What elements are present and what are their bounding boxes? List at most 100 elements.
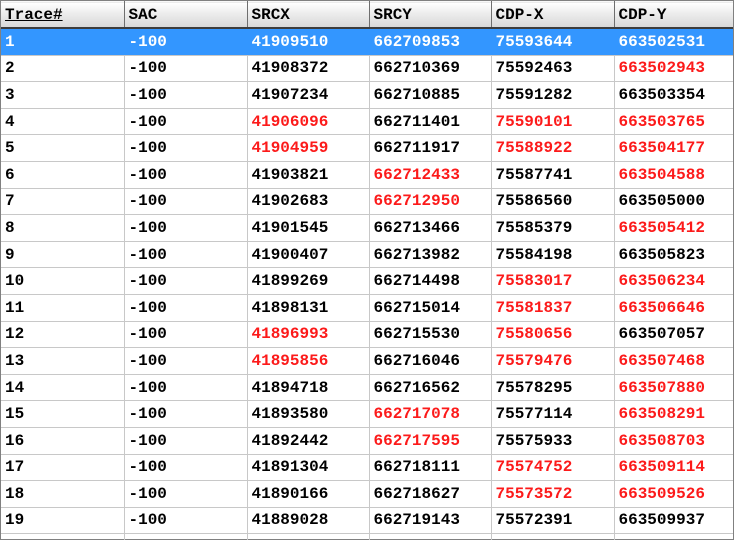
cell-cdpx[interactable]: 75585379 [491, 214, 615, 242]
table-row[interactable]: 8 -100 41901545 662713466 75585379 663505412 [1, 214, 733, 242]
cell-srcx[interactable]: 41895856 [247, 347, 370, 375]
cell-sac[interactable]: -100 [124, 427, 248, 455]
cell-cdpy[interactable]: 663509526 [614, 480, 733, 508]
cell-srcy[interactable]: 662715014 [369, 294, 492, 322]
cell-srcx[interactable]: 41908372 [247, 55, 370, 83]
cell-sac[interactable]: -100 [124, 28, 248, 56]
cell-cdpx[interactable]: 75573572 [491, 480, 615, 508]
cell-sac[interactable]: -100 [124, 108, 248, 136]
cell-cdpy[interactable]: 663505823 [614, 241, 733, 269]
cell-cdpx[interactable]: 75587741 [491, 161, 615, 189]
cell-trace[interactable]: 15 [1, 400, 125, 428]
column-header-srcx[interactable]: SRCX [247, 1, 370, 29]
cell-sac[interactable]: -100 [124, 161, 248, 189]
cell-sac[interactable]: -100 [124, 321, 248, 349]
cell-trace[interactable]: 6 [1, 161, 125, 189]
cell-sac[interactable]: -100 [124, 533, 248, 540]
cell-cdpy[interactable]: 663502531 [614, 28, 733, 56]
cell-srcy[interactable]: 662715530 [369, 321, 492, 349]
cell-srcx[interactable]: 41899269 [247, 267, 370, 295]
cell-trace[interactable]: 9 [1, 241, 125, 269]
cell-srcx[interactable]: 41902683 [247, 188, 370, 216]
cell-srcy[interactable]: 662713466 [369, 214, 492, 242]
cell-cdpy[interactable]: 663508291 [614, 400, 733, 428]
cell-srcy[interactable]: 662718627 [369, 480, 492, 508]
cell-cdpx[interactable]: 75590101 [491, 108, 615, 136]
column-header-cdpy[interactable]: CDP-Y [614, 1, 733, 29]
cell-srcy[interactable]: 662719659 [369, 533, 492, 540]
cell-cdpx[interactable]: 75578295 [491, 374, 615, 402]
cell-cdpy[interactable]: 663508703 [614, 427, 733, 455]
table-row[interactable]: 19 -100 41889028 662719143 75572391 663509937 [1, 507, 733, 535]
cell-cdpx[interactable]: 75571210 [491, 533, 615, 540]
cell-sac[interactable]: -100 [124, 214, 248, 242]
cell-sac[interactable]: -100 [124, 81, 248, 109]
cell-cdpx[interactable]: 75593644 [491, 28, 615, 56]
table-row[interactable]: 16 -100 41892442 662717595 75575933 663508703 [1, 427, 733, 455]
cell-srcy[interactable]: 662712950 [369, 188, 492, 216]
cell-sac[interactable]: -100 [124, 188, 248, 216]
column-header-cdpx[interactable]: CDP-X [491, 1, 615, 29]
cell-cdpx[interactable]: 75575933 [491, 427, 615, 455]
cell-srcy[interactable]: 662712433 [369, 161, 492, 189]
table-row[interactable]: 4 -100 41906096 662711401 75590101 663503765 [1, 108, 733, 136]
cell-cdpy[interactable]: 663509114 [614, 454, 733, 482]
cell-cdpy[interactable]: 663507880 [614, 374, 733, 402]
cell-cdpx[interactable]: 75592463 [491, 55, 615, 83]
cell-sac[interactable]: -100 [124, 241, 248, 269]
cell-sac[interactable]: -100 [124, 294, 248, 322]
cell-srcx[interactable]: 41904959 [247, 134, 370, 162]
cell-srcy[interactable]: 662711917 [369, 134, 492, 162]
table-row[interactable]: 15 -100 41893580 662717078 75577114 663508291 [1, 400, 733, 428]
cell-sac[interactable]: -100 [124, 267, 248, 295]
cell-sac[interactable]: -100 [124, 55, 248, 83]
cell-cdpx[interactable]: 75574752 [491, 454, 615, 482]
cell-cdpy[interactable]: 663503765 [614, 108, 733, 136]
cell-trace[interactable]: 10 [1, 267, 125, 295]
cell-trace[interactable]: 11 [1, 294, 125, 322]
cell-srcy[interactable]: 662710369 [369, 55, 492, 83]
cell-sac[interactable]: -100 [124, 480, 248, 508]
cell-trace[interactable]: 7 [1, 188, 125, 216]
table-row[interactable]: 13 -100 41895856 662716046 75579476 663507468 [1, 347, 733, 375]
cell-srcy[interactable]: 662716046 [369, 347, 492, 375]
cell-sac[interactable]: -100 [124, 454, 248, 482]
column-header-sac[interactable]: SAC [124, 1, 248, 29]
cell-srcy[interactable]: 662718111 [369, 454, 492, 482]
cell-trace[interactable]: 2 [1, 55, 125, 83]
cell-cdpx[interactable]: 75586560 [491, 188, 615, 216]
cell-srcy[interactable]: 662710885 [369, 81, 492, 109]
table-row[interactable]: 9 -100 41900407 662713982 75584198 663505823 [1, 241, 733, 269]
table-row[interactable]: 10 -100 41899269 662714498 75583017 663506234 [1, 267, 733, 295]
cell-srcx[interactable]: 41894718 [247, 374, 370, 402]
cell-sac[interactable]: -100 [124, 507, 248, 535]
cell-srcy[interactable]: 662714498 [369, 267, 492, 295]
table-row[interactable]: 7 -100 41902683 662712950 75586560 663505000 [1, 188, 733, 216]
cell-trace[interactable]: 8 [1, 214, 125, 242]
cell-srcx[interactable]: 41903821 [247, 161, 370, 189]
cell-srcx[interactable]: 41893580 [247, 400, 370, 428]
cell-cdpy[interactable]: 663502943 [614, 55, 733, 83]
cell-srcx[interactable]: 41892442 [247, 427, 370, 455]
cell-cdpy[interactable]: 663503354 [614, 81, 733, 109]
cell-cdpy[interactable]: 663505412 [614, 214, 733, 242]
cell-trace[interactable]: 5 [1, 134, 125, 162]
cell-cdpy[interactable]: 663509937 [614, 507, 733, 535]
column-header-srcy[interactable]: SRCY [369, 1, 492, 29]
cell-trace[interactable]: 19 [1, 507, 125, 535]
cell-cdpy[interactable]: 663507057 [614, 321, 733, 349]
cell-srcx[interactable]: 41909510 [247, 28, 370, 56]
table-row[interactable]: 5 -100 41904959 662711917 75588922 663504177 [1, 134, 733, 162]
cell-cdpx[interactable]: 75580656 [491, 321, 615, 349]
cell-cdpx[interactable]: 75579476 [491, 347, 615, 375]
cell-cdpy[interactable]: 663506234 [614, 267, 733, 295]
cell-sac[interactable]: -100 [124, 134, 248, 162]
cell-srcy[interactable]: 662716562 [369, 374, 492, 402]
cell-trace[interactable]: 4 [1, 108, 125, 136]
cell-cdpy[interactable]: 663507468 [614, 347, 733, 375]
cell-cdpx[interactable]: 75584198 [491, 241, 615, 269]
table-row[interactable]: 14 -100 41894718 662716562 75578295 663507880 [1, 374, 733, 402]
cell-srcy[interactable]: 662717595 [369, 427, 492, 455]
cell-cdpx[interactable]: 75591282 [491, 81, 615, 109]
cell-srcy[interactable]: 662709853 [369, 28, 492, 56]
